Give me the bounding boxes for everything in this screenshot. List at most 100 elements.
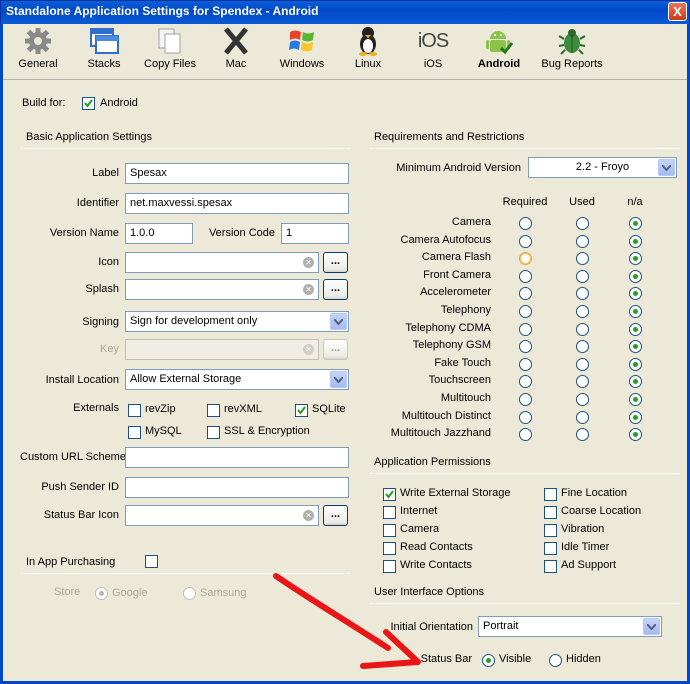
external-label: MySQL — [145, 425, 182, 437]
req-radio-used[interactable] — [576, 234, 589, 248]
req-radio-used[interactable] — [576, 322, 589, 336]
toolbar-item-linux[interactable]: Linux — [347, 26, 389, 76]
push-sender-input[interactable] — [125, 477, 349, 498]
status-bar-visible-radio[interactable] — [482, 654, 495, 667]
req-radio-required[interactable] — [519, 357, 532, 371]
req-row-label: Telephony — [440, 304, 491, 316]
req-radio-required[interactable] — [519, 305, 532, 318]
req-radio-na[interactable] — [629, 305, 642, 318]
close-button[interactable]: X — [668, 2, 687, 21]
req-row-label: Accelerometer — [420, 286, 491, 299]
clear-icon: ✕ — [303, 344, 314, 355]
external-revxml-checkbox[interactable] — [207, 404, 220, 417]
req-radio-used[interactable] — [576, 357, 589, 371]
url-scheme-input[interactable] — [125, 447, 349, 468]
perm-label: Camera — [400, 523, 440, 535]
orientation-value: Portrait — [483, 620, 519, 632]
perm-camera-checkbox[interactable] — [383, 524, 396, 537]
clear-icon[interactable]: ✕ — [303, 510, 314, 521]
perm-label: Read Contacts — [400, 541, 473, 553]
min-version-select[interactable]: 2.2 - Froyo — [528, 157, 677, 178]
status-bar-icon-browse-button[interactable]: ... — [323, 505, 348, 526]
key-input[interactable]: ✕ — [125, 339, 319, 360]
version-name-input[interactable]: 1.0.0 — [125, 223, 193, 244]
build-for-label: Build for: — [22, 97, 66, 109]
external-revzip-checkbox[interactable] — [128, 404, 141, 417]
chevron-down-icon[interactable] — [658, 159, 675, 176]
divider — [370, 148, 680, 149]
req-radio-required[interactable] — [519, 410, 532, 424]
icon-input[interactable]: ✕ — [125, 252, 319, 273]
orientation-select[interactable]: Portrait — [478, 616, 662, 637]
clear-icon[interactable]: ✕ — [303, 284, 314, 295]
perm-fine-location-checkbox[interactable] — [544, 488, 557, 501]
external-ssl-encryption-checkbox[interactable] — [207, 426, 220, 439]
toolbar-label: General — [18, 58, 58, 70]
status-bar-icon-label: Status Bar Icon — [43, 509, 119, 521]
chevron-down-icon[interactable] — [643, 618, 660, 635]
toolbar-item-stacks[interactable]: Stacks — [84, 26, 124, 76]
req-radio-na[interactable] — [629, 322, 642, 336]
install-location-select[interactable]: Allow External Storage — [125, 369, 349, 390]
url-scheme-label: Custom URL Scheme — [20, 451, 126, 463]
req-radio-required[interactable] — [519, 269, 532, 283]
status-bar-hidden-radio[interactable] — [549, 654, 562, 667]
toolbar-item-windows[interactable]: Windows — [278, 26, 326, 76]
signing-select[interactable]: Sign for development only — [125, 311, 349, 332]
req-radio-na[interactable] — [629, 269, 642, 283]
req-radio-na[interactable] — [629, 357, 642, 371]
google-radio[interactable] — [95, 587, 108, 600]
perm-read-contacts-checkbox[interactable] — [383, 542, 396, 555]
req-row-label: Camera Flash — [421, 251, 491, 264]
toolbar-item-bug-reports[interactable]: Bug Reports — [539, 26, 605, 76]
splash-browse-button[interactable]: ... — [323, 279, 348, 300]
identifier-input[interactable]: net.maxvessi.spesax — [125, 193, 349, 214]
splash-input[interactable]: ✕ — [125, 279, 319, 300]
req-radio-used[interactable] — [576, 305, 589, 318]
clear-icon[interactable]: ✕ — [303, 257, 314, 268]
toolbar-item-mac[interactable]: Mac — [213, 26, 259, 76]
windows-icon — [285, 26, 319, 56]
req-radio-required[interactable] — [519, 322, 532, 336]
samsung-radio[interactable] — [183, 587, 196, 600]
req-radio-na[interactable] — [629, 234, 642, 248]
chevron-down-icon[interactable] — [330, 371, 347, 388]
perm-ad-support-checkbox[interactable] — [544, 560, 557, 573]
toolbar-item-general[interactable]: General — [13, 26, 63, 76]
req-radio-used[interactable] — [576, 217, 589, 230]
req-radio-na[interactable] — [629, 393, 642, 406]
req-radio-used[interactable] — [576, 410, 589, 424]
req-col-header: n/a — [627, 196, 643, 208]
push-sender-label: Push Sender ID — [41, 481, 119, 493]
version-code-input[interactable]: 1 — [281, 223, 349, 244]
permissions-heading: Application Permissions — [374, 456, 491, 468]
toolbar-item-ios[interactable]: iOS iOS — [411, 26, 455, 76]
perm-idle-timer-checkbox[interactable] — [544, 542, 557, 555]
install-location-value: Allow External Storage — [130, 373, 242, 385]
toolbar-item-copy-files[interactable]: Copy Files — [141, 26, 199, 76]
req-radio-used[interactable] — [576, 269, 589, 283]
req-radio-required[interactable] — [519, 234, 532, 248]
perm-vibration-checkbox[interactable] — [544, 524, 557, 537]
chevron-down-icon[interactable] — [330, 313, 347, 330]
perm-label: Vibration — [561, 523, 605, 535]
req-radio-na[interactable] — [629, 217, 642, 230]
build-android-checkbox[interactable] — [82, 97, 95, 110]
req-radio-required[interactable] — [519, 393, 532, 406]
external-sqlite-checkbox[interactable] — [295, 404, 308, 417]
label-input[interactable]: Spesax — [125, 163, 349, 184]
perm-internet-checkbox[interactable] — [383, 506, 396, 519]
externals-label: Externals — [73, 402, 119, 414]
req-radio-na[interactable] — [629, 410, 642, 424]
perm-coarse-location-checkbox[interactable] — [544, 506, 557, 519]
req-radio-used[interactable] — [576, 393, 589, 406]
status-bar-icon-input[interactable]: ✕ — [125, 505, 319, 526]
toolbar-item-android[interactable]: Android — [473, 26, 525, 76]
req-radio-required[interactable] — [519, 217, 532, 230]
iap-checkbox[interactable] — [145, 555, 158, 568]
key-browse-button[interactable]: ... — [323, 339, 348, 360]
external-mysql-checkbox[interactable] — [128, 426, 141, 439]
perm-write-external-storage-checkbox[interactable] — [383, 488, 396, 501]
icon-browse-button[interactable]: ... — [323, 252, 348, 273]
divider — [20, 148, 350, 149]
